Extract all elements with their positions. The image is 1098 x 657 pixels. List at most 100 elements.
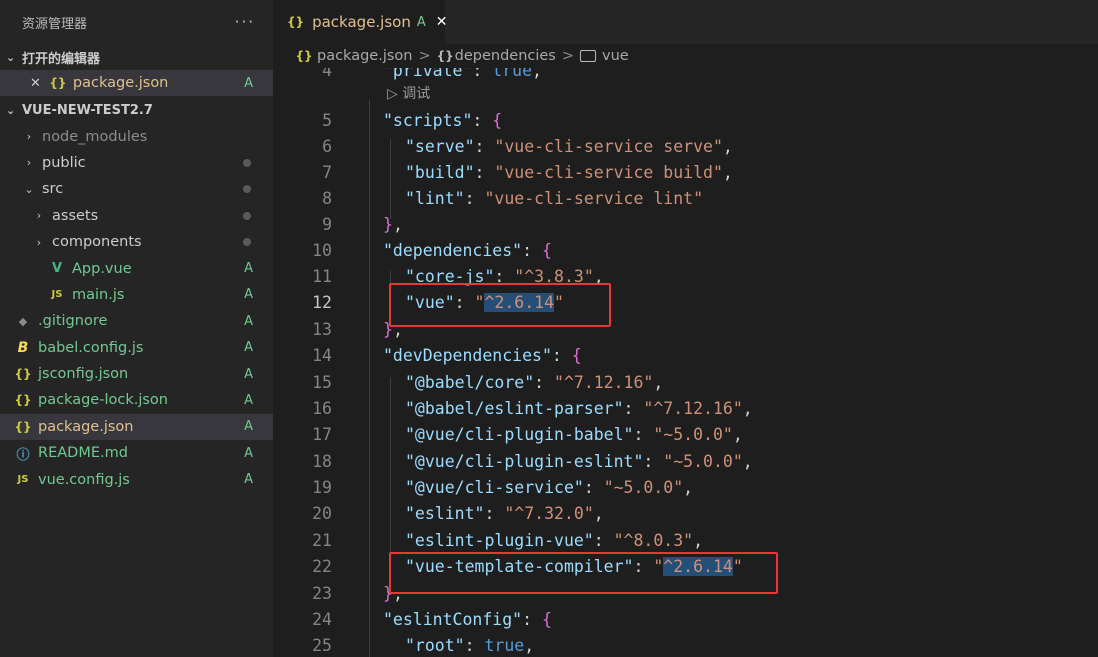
breadcrumb-dependencies[interactable]: dependencies [455, 48, 556, 64]
tree-item-label: assets [52, 207, 99, 224]
tree-item[interactable]: JS vue.config.js A [0, 466, 273, 492]
line-number: 23 [312, 584, 332, 603]
object-icon: {} [436, 49, 454, 63]
tree-item[interactable]: ◆ .gitignore A [0, 308, 273, 334]
json-file-icon: {} [295, 49, 313, 63]
chevron-down-icon: ⌄ [6, 103, 16, 117]
code-text: "private": true, [383, 68, 542, 80]
tree-item[interactable]: › components [0, 229, 273, 255]
line-number: 8 [322, 189, 332, 208]
close-icon[interactable]: ✕ [436, 14, 448, 30]
line-number: 19 [312, 478, 332, 497]
tree-item[interactable]: V App.vue A [0, 255, 273, 281]
tree-item-label: components [52, 234, 142, 251]
json-file-icon: {} [14, 419, 32, 434]
code-line: 18 "@vue/cli-plugin-eslint": "~5.0.0", [273, 449, 1098, 475]
chevron-right-icon: › [36, 235, 42, 249]
line-number: 5 [322, 111, 332, 130]
line-number: 4 [322, 68, 332, 80]
debug-codelens[interactable]: ▷ 调试 [387, 83, 430, 105]
code-text: "@vue/cli-service": "~5.0.0", [405, 478, 694, 497]
code-text: "scripts": { [383, 111, 503, 130]
tree-item-label: .gitignore [38, 313, 108, 330]
chevron-down-icon: ⌄ [6, 50, 16, 64]
code-line: 9}, [273, 212, 1098, 238]
line-number: 21 [312, 531, 332, 550]
git-status-badge: A [244, 419, 253, 435]
tree-item[interactable]: ⌄ src [0, 176, 273, 202]
tree-item-label: src [42, 181, 64, 198]
code-line: 8 "lint": "vue-cli-service lint" [273, 186, 1098, 212]
line-number: 20 [312, 504, 332, 523]
breadcrumb: {} package.json > {} dependencies > vue [273, 44, 1098, 68]
code-line: 14 "devDependencies": { [273, 343, 1098, 369]
highlight-box-vue [389, 283, 611, 327]
tree-item[interactable]: {} jsconfig.json A [0, 361, 273, 387]
code-editor[interactable]: ▷ 调试 4 "private": true, 5 "scripts": { 6 "ser… [273, 68, 1098, 657]
code-text: "eslintConfig": { [383, 610, 552, 629]
code-text: "serve": "vue-cli-service serve", [405, 137, 733, 156]
tree-item[interactable]: {} package.json A [0, 413, 273, 441]
tree-item-label: package.json [38, 418, 134, 435]
breadcrumb-separator: > [418, 48, 431, 64]
more-actions-icon[interactable]: ··· [235, 13, 255, 31]
breadcrumb-separator: > [561, 48, 575, 64]
tab-package-json[interactable]: {} package.json A ✕ [273, 0, 448, 44]
file-tree: › node_modules › public ⌄ src › assets › componen… [0, 123, 273, 492]
vue-file-icon: V [51, 261, 63, 277]
modified-dot-icon [243, 238, 251, 247]
project-section[interactable]: ⌄ VUE-NEW-TEST2.7 [0, 97, 273, 123]
json-file-icon: {} [287, 15, 305, 29]
code-line: 6 "serve": "vue-cli-service serve", [273, 134, 1098, 160]
code-line: 4 "private": true, [273, 68, 1098, 84]
tree-item[interactable]: › public [0, 150, 273, 176]
git-status-badge: A [244, 287, 253, 303]
tree-item-label: jsconfig.json [38, 366, 129, 383]
line-number: 7 [322, 163, 332, 182]
line-number: 16 [312, 399, 332, 418]
tree-item[interactable]: Bbabel.config.js A [0, 335, 273, 361]
tree-item[interactable]: › assets [0, 203, 273, 229]
git-status-badge: A [244, 340, 253, 356]
tree-item[interactable]: ⓘ README.md A [0, 440, 273, 466]
line-number: 11 [312, 267, 332, 286]
tree-item-label: public [42, 154, 86, 171]
line-number: 9 [322, 215, 332, 234]
explorer-header: 资源管理器 ··· [0, 0, 273, 44]
explorer-title: 资源管理器 [22, 16, 88, 32]
breadcrumb-vue[interactable]: vue [602, 48, 629, 64]
info-file-icon: ⓘ [16, 447, 30, 463]
string-icon [580, 50, 597, 62]
tree-item[interactable]: {} package-lock.json A [0, 387, 273, 413]
open-editors-label: 打开的编辑器 [22, 51, 101, 67]
git-status-badge: A [244, 313, 253, 329]
tree-item-label: node_modules [42, 128, 148, 145]
code-text: "dependencies": { [383, 241, 552, 260]
code-line: 21 "eslint-plugin-vue": "^8.0.3", [273, 528, 1098, 554]
code-text: "@babel/core": "^7.12.16", [405, 373, 664, 392]
tree-item-label: README.md [38, 445, 128, 462]
line-number: 14 [312, 346, 332, 365]
modified-dot-icon [243, 185, 251, 194]
tab-label: package.json [312, 13, 411, 31]
line-number: 24 [312, 610, 332, 629]
code-text: "@babel/eslint-parser": "^7.12.16", [405, 399, 753, 418]
git-file-icon: ◆ [18, 314, 28, 328]
code-text: "@vue/cli-plugin-eslint": "~5.0.0", [405, 452, 753, 471]
json-file-icon: {} [14, 367, 32, 382]
tree-item[interactable]: JS main.js A [0, 282, 273, 308]
json-file-icon: {} [14, 393, 32, 408]
chevron-right-icon: › [26, 130, 32, 144]
breadcrumb-file[interactable]: package.json [317, 48, 412, 64]
open-editor-item[interactable]: ✕ {} package.json A [0, 70, 273, 97]
tree-item-label: main.js [72, 286, 125, 303]
js-file-icon: JS [51, 289, 63, 301]
code-line: 10 "dependencies": { [273, 238, 1098, 264]
code-text: "root": true, [405, 636, 535, 655]
code-line: 15 "@babel/core": "^7.12.16", [273, 370, 1098, 396]
line-number: 12 [312, 293, 332, 312]
open-editor-name: package.json [72, 75, 169, 92]
open-editors-section[interactable]: ⌄ 打开的编辑器 [0, 44, 273, 70]
close-icon[interactable]: ✕ [30, 76, 41, 91]
tree-item[interactable]: › node_modules [0, 123, 273, 149]
